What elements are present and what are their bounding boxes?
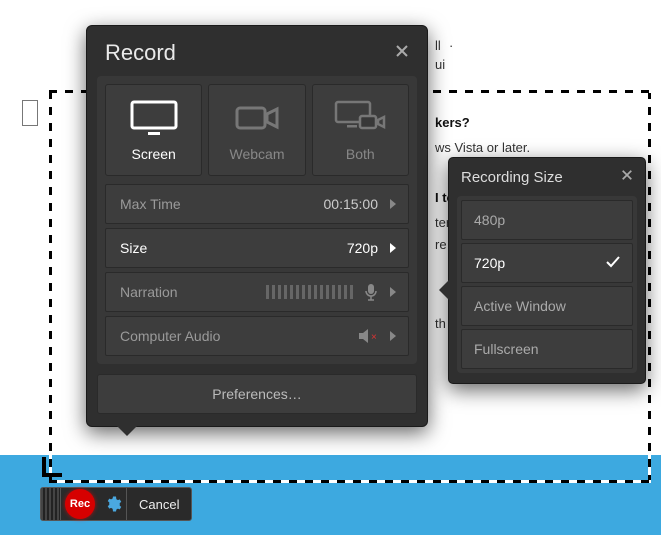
settings-button[interactable] [99,488,127,520]
svg-text:×: × [371,332,377,343]
size-option-fullscreen[interactable]: Fullscreen [461,329,633,369]
row-label: Size [120,240,147,256]
check-icon [606,255,620,271]
row-label: Max Time [120,196,181,212]
row-value: 720p [347,240,378,256]
record-toolbar: Rec Cancel [40,487,192,521]
tab-label: Screen [131,146,175,162]
row-value: 00:15:00 [324,196,379,212]
row-size[interactable]: Size 720p [105,228,409,268]
microphone-icon [364,283,378,301]
option-label: Active Window [474,298,566,314]
tab-both[interactable]: Both [312,84,409,176]
text-cursor [22,100,38,126]
both-icon [334,98,386,138]
close-icon [395,44,409,58]
option-label: 480p [474,212,505,228]
row-narration[interactable]: Narration [105,272,409,312]
chevron-right-icon [386,196,400,212]
row-label: Computer Audio [120,328,220,344]
record-button[interactable]: Rec [65,489,95,519]
webcam-icon [233,98,281,138]
option-label: Fullscreen [474,341,539,357]
bg-text: ui [435,57,445,72]
cancel-button[interactable]: Cancel [127,488,191,520]
toolbar-grip[interactable] [41,488,61,520]
size-option-480p[interactable]: 480p [461,200,633,240]
preferences-button[interactable]: Preferences… [97,374,417,414]
chevron-right-icon [386,284,400,300]
tab-screen[interactable]: Screen [105,84,202,176]
option-label: 720p [474,255,505,271]
size-flyout: Recording Size 480p 720p Active Window F… [448,157,646,384]
tab-label: Webcam [230,146,285,162]
panel-pointer [117,426,137,436]
audio-meter [266,285,356,299]
tab-label: Both [346,146,375,162]
row-label: Narration [120,284,178,300]
close-button[interactable] [395,44,409,63]
corner-handle[interactable] [42,457,62,477]
flyout-pointer [439,280,449,300]
screen-icon [128,98,180,138]
bg-text: · [449,38,453,53]
tab-webcam[interactable]: Webcam [208,84,305,176]
size-option-720p[interactable]: 720p [461,243,633,283]
record-panel: Record Screen Webcam Both [86,25,428,427]
close-button[interactable] [621,168,633,186]
panel-title: Record [105,40,176,66]
chevron-right-icon [386,328,400,344]
flyout-title: Recording Size [461,169,563,186]
row-max-time[interactable]: Max Time 00:15:00 [105,184,409,224]
close-icon [621,169,633,181]
row-computer-audio[interactable]: Computer Audio × [105,316,409,356]
chevron-right-icon [386,240,400,256]
bg-text: ll [435,38,441,53]
speaker-muted-icon: × [358,328,378,344]
gear-icon [104,495,122,513]
size-option-active-window[interactable]: Active Window [461,286,633,326]
